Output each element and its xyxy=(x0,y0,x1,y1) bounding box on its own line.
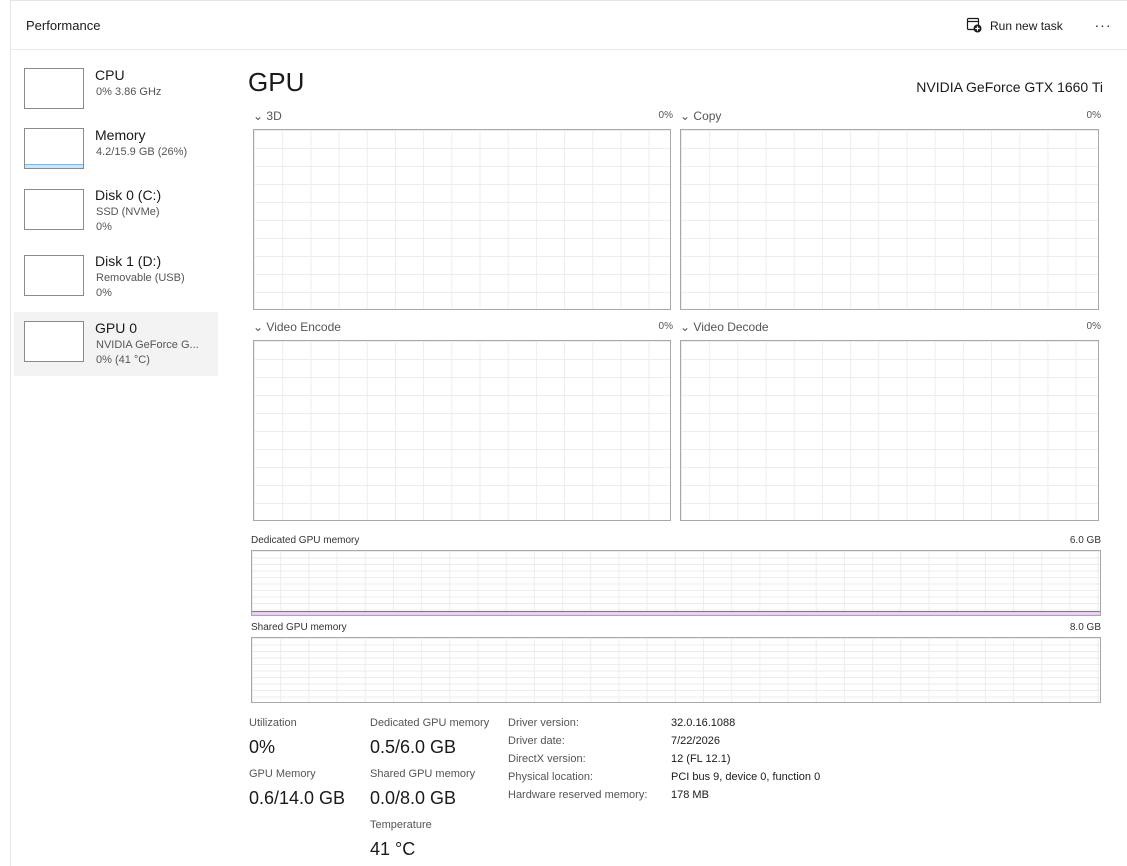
engine-label: Video Encode xyxy=(266,320,341,334)
dedicated-gpu-memory-label: Dedicated GPU memory xyxy=(370,717,490,729)
gpu-memory-label: GPU Memory xyxy=(249,768,316,780)
driver-version-value: 32.0.16.1088 xyxy=(671,717,736,729)
sidebar-item-detail: 4.2/15.9 GB (26%) xyxy=(96,146,188,158)
engine-label: 3D xyxy=(266,109,282,123)
engine-3d-graph xyxy=(253,129,671,310)
memory-thumbnail-graph xyxy=(24,128,84,169)
sidebar-item-label: CPU xyxy=(95,67,125,83)
sidebar-item-disk-0[interactable]: Disk 0 (C:) SSD (NVMe) 0% xyxy=(14,182,218,246)
utilization-value: 0% xyxy=(249,737,276,757)
sidebar-item-detail-2: 0% xyxy=(96,221,112,233)
chevron-down-icon: ⌄ xyxy=(253,320,264,334)
engine-copy-graph xyxy=(680,129,1099,310)
sidebar-item-label: Memory xyxy=(95,127,146,143)
chevron-down-icon: ⌄ xyxy=(680,320,691,334)
engine-3d-percent: 0% xyxy=(658,110,673,121)
engine-video-decode-percent: 0% xyxy=(1086,321,1101,332)
sidebar-item-label: Disk 1 (D:) xyxy=(95,253,162,269)
driver-date-key: Driver date: xyxy=(508,735,565,747)
temperature-value: 41 °C xyxy=(370,839,416,859)
engine-3d-selector[interactable]: ⌄ 3D xyxy=(253,109,282,123)
task-manager-window: Performance Run new task ··· CPU 0% 3.86… xyxy=(10,0,1127,866)
sidebar-item-detail: Removable (USB) xyxy=(96,272,185,284)
engine-video-encode-graph xyxy=(253,340,671,521)
dedicated-memory-fill xyxy=(252,611,1100,615)
disk0-thumbnail-graph xyxy=(24,189,84,230)
dedicated-memory-label: Dedicated GPU memory xyxy=(251,535,360,546)
shared-memory-graph xyxy=(251,637,1101,703)
sidebar-item-detail: SSD (NVMe) xyxy=(96,206,160,218)
directx-version-key: DirectX version: xyxy=(508,753,586,765)
gpu-memory-value: 0.6/14.0 GB xyxy=(249,788,346,808)
sidebar-item-memory[interactable]: Memory 4.2/15.9 GB (26%) xyxy=(14,122,218,186)
engine-video-decode-graph xyxy=(680,340,1099,521)
dedicated-memory-graph xyxy=(251,550,1101,616)
shared-gpu-memory-value: 0.0/8.0 GB xyxy=(370,788,457,808)
run-task-icon xyxy=(966,17,982,36)
chevron-down-icon: ⌄ xyxy=(253,109,264,123)
dedicated-gpu-memory-value: 0.5/6.0 GB xyxy=(370,737,457,757)
engine-copy-percent: 0% xyxy=(1086,110,1101,121)
run-new-task-button[interactable]: Run new task xyxy=(966,16,1063,36)
more-options-icon[interactable]: ··· xyxy=(1091,13,1115,37)
engine-video-decode-selector[interactable]: ⌄ Video Decode xyxy=(680,320,769,334)
engine-label: Video Decode xyxy=(693,320,769,334)
temperature-label: Temperature xyxy=(370,819,432,831)
shared-memory-max: 8.0 GB xyxy=(1069,622,1101,633)
hardware-reserved-memory-value: 178 MB xyxy=(671,789,709,801)
engine-video-encode-percent: 0% xyxy=(658,321,673,332)
utilization-label: Utilization xyxy=(249,717,297,729)
driver-date-value: 7/22/2026 xyxy=(671,735,720,747)
sidebar-item-detail: NVIDIA GeForce G... xyxy=(96,339,199,351)
directx-version-value: 12 (FL 12.1) xyxy=(671,753,731,765)
gpu-heading: GPU xyxy=(248,67,305,97)
title-bar: Performance Run new task ··· xyxy=(11,1,1127,50)
engine-video-encode-selector[interactable]: ⌄ Video Encode xyxy=(253,320,341,334)
sidebar-item-cpu[interactable]: CPU 0% 3.86 GHz xyxy=(14,62,218,126)
sidebar-item-label: Disk 0 (C:) xyxy=(95,187,162,203)
dedicated-memory-max: 6.0 GB xyxy=(1069,535,1101,546)
shared-memory-label: Shared GPU memory xyxy=(251,622,347,633)
engine-copy-selector[interactable]: ⌄ Copy xyxy=(680,109,721,123)
engine-label: Copy xyxy=(693,109,722,123)
sidebar-item-detail-2: 0% xyxy=(96,287,112,299)
sidebar-item-detail-2: 0% (41 °C) xyxy=(96,354,150,366)
memory-thumbnail-fill xyxy=(25,163,83,168)
gpu-thumbnail-graph xyxy=(24,321,84,362)
physical-location-value: PCI bus 9, device 0, function 0 xyxy=(671,771,821,783)
sidebar-item-gpu-0[interactable]: GPU 0 NVIDIA GeForce G... 0% (41 °C) xyxy=(14,312,218,376)
hardware-reserved-memory-key: Hardware reserved memory: xyxy=(508,789,648,801)
chevron-down-icon: ⌄ xyxy=(680,109,691,123)
run-new-task-label: Run new task xyxy=(990,19,1063,33)
shared-gpu-memory-label: Shared GPU memory xyxy=(370,768,476,780)
gpu-model-name: NVIDIA GeForce GTX 1660 Ti xyxy=(916,79,1103,95)
cpu-thumbnail-graph xyxy=(24,68,84,109)
sidebar-item-label: GPU 0 xyxy=(95,320,138,336)
page-title: Performance xyxy=(26,18,101,33)
physical-location-key: Physical location: xyxy=(508,771,593,783)
disk1-thumbnail-graph xyxy=(24,255,84,296)
sidebar-item-disk-1[interactable]: Disk 1 (D:) Removable (USB) 0% xyxy=(14,248,218,312)
sidebar-item-detail: 0% 3.86 GHz xyxy=(96,86,162,98)
driver-version-key: Driver version: xyxy=(508,717,579,729)
